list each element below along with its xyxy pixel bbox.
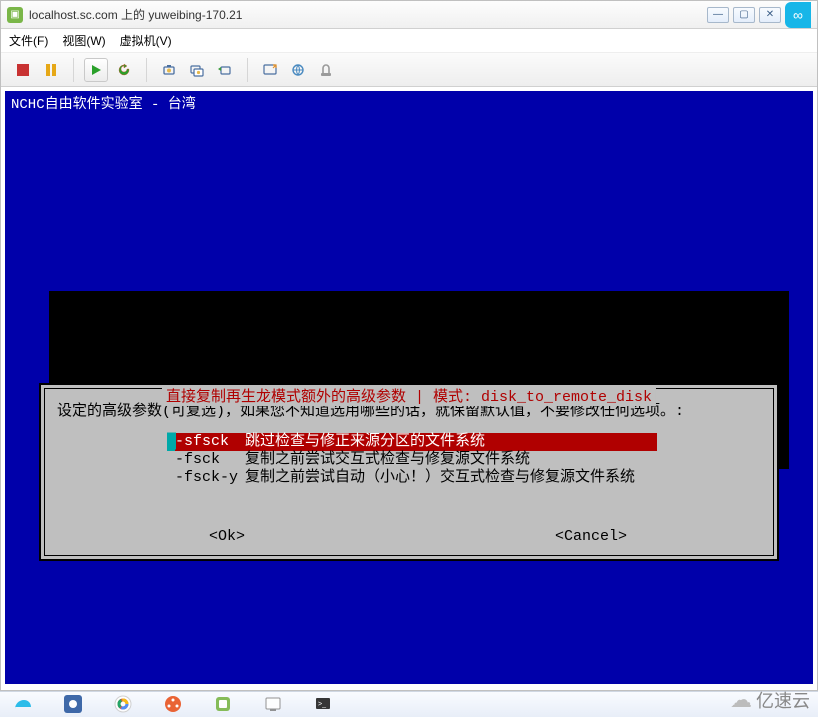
cloud-badge-icon: ∞ xyxy=(785,2,811,28)
option-flag: -fsck-y xyxy=(175,469,245,487)
fullscreen-button[interactable] xyxy=(258,58,282,82)
console-header-text: NCHC自由软件实验室 - 台湾 xyxy=(11,93,196,113)
taskbar-app-6[interactable] xyxy=(256,694,290,716)
option-desc: 跳过检查与修正来源分区的文件系统 xyxy=(245,433,485,451)
option-list: █-sfsck跳过检查与修正来源分区的文件系统 -fsck复制之前尝试交互式检查… xyxy=(167,433,761,487)
minimize-button[interactable]: — xyxy=(707,7,729,23)
taskbar-app-1[interactable] xyxy=(6,694,40,716)
cursor-spacer xyxy=(167,451,175,469)
cursor-icon: █ xyxy=(167,433,175,451)
cursor-spacer xyxy=(167,469,175,487)
maximize-button[interactable]: ▢ xyxy=(733,7,755,23)
menu-vm[interactable]: 虚拟机(V) xyxy=(120,32,172,49)
svg-text:>_: >_ xyxy=(318,701,326,708)
pause-button[interactable] xyxy=(39,58,63,82)
taskbar-app-4[interactable] xyxy=(156,694,190,716)
cancel-button[interactable]: <Cancel> xyxy=(409,528,773,545)
menu-file[interactable]: 文件(F) xyxy=(9,32,48,49)
guest-console[interactable]: NCHC自由软件实验室 - 台湾 直接复制再生龙模式额外的高级参数 | 模式: … xyxy=(5,91,813,684)
toolbar xyxy=(1,53,817,87)
ok-button[interactable]: <Ok> xyxy=(45,528,409,545)
option-row[interactable]: █-sfsck跳过检查与修正来源分区的文件系统 xyxy=(167,433,657,451)
tui-dialog: 直接复制再生龙模式额外的高级参数 | 模式: disk_to_remote_di… xyxy=(39,383,779,561)
devices-button[interactable] xyxy=(314,58,338,82)
menu-view[interactable]: 视图(W) xyxy=(62,32,105,49)
taskbar-app-3[interactable] xyxy=(106,694,140,716)
title-bar: ▣ localhost.sc.com 上的 yuweibing-170.21 —… xyxy=(1,1,817,29)
stop-button[interactable] xyxy=(11,58,35,82)
snapshot-manager-button[interactable] xyxy=(185,58,209,82)
revert-snapshot-button[interactable] xyxy=(213,58,237,82)
host-taskbar: >_ xyxy=(0,691,818,717)
option-row[interactable]: -fsck复制之前尝试交互式检查与修复源文件系统 xyxy=(167,451,761,469)
taskbar-app-5[interactable] xyxy=(206,694,240,716)
unity-button[interactable] xyxy=(286,58,310,82)
window-title: localhost.sc.com 上的 yuweibing-170.21 xyxy=(29,6,707,23)
option-row[interactable]: -fsck-y复制之前尝试自动（小心！）交互式检查与修复源文件系统 xyxy=(167,469,761,487)
play-button[interactable] xyxy=(84,58,108,82)
vmware-console-window: ▣ localhost.sc.com 上的 yuweibing-170.21 —… xyxy=(0,0,818,691)
dialog-buttons: <Ok> <Cancel> xyxy=(45,528,773,545)
restart-button[interactable] xyxy=(112,58,136,82)
dialog-frame: 直接复制再生龙模式额外的高级参数 | 模式: disk_to_remote_di… xyxy=(44,388,774,556)
window-controls: — ▢ ✕ xyxy=(707,7,781,23)
dialog-title: 直接复制再生龙模式额外的高级参数 | 模式: disk_to_remote_di… xyxy=(162,385,656,406)
toolbar-separator xyxy=(73,58,74,82)
option-flag: -fsck xyxy=(175,451,245,469)
option-desc: 复制之前尝试交互式检查与修复源文件系统 xyxy=(245,451,530,469)
snapshot-button[interactable] xyxy=(157,58,181,82)
option-flag: -sfsck xyxy=(175,433,245,451)
toolbar-separator xyxy=(247,58,248,82)
toolbar-separator xyxy=(146,58,147,82)
menu-bar: 文件(F) 视图(W) 虚拟机(V) xyxy=(1,29,817,53)
close-button[interactable]: ✕ xyxy=(759,7,781,23)
app-icon: ▣ xyxy=(7,7,23,23)
taskbar-app-2[interactable] xyxy=(56,694,90,716)
taskbar-app-7[interactable]: >_ xyxy=(306,694,340,716)
option-desc: 复制之前尝试自动（小心！）交互式检查与修复源文件系统 xyxy=(245,469,635,487)
vm-display-area: NCHC自由软件实验室 - 台湾 直接复制再生龙模式额外的高级参数 | 模式: … xyxy=(1,87,817,690)
